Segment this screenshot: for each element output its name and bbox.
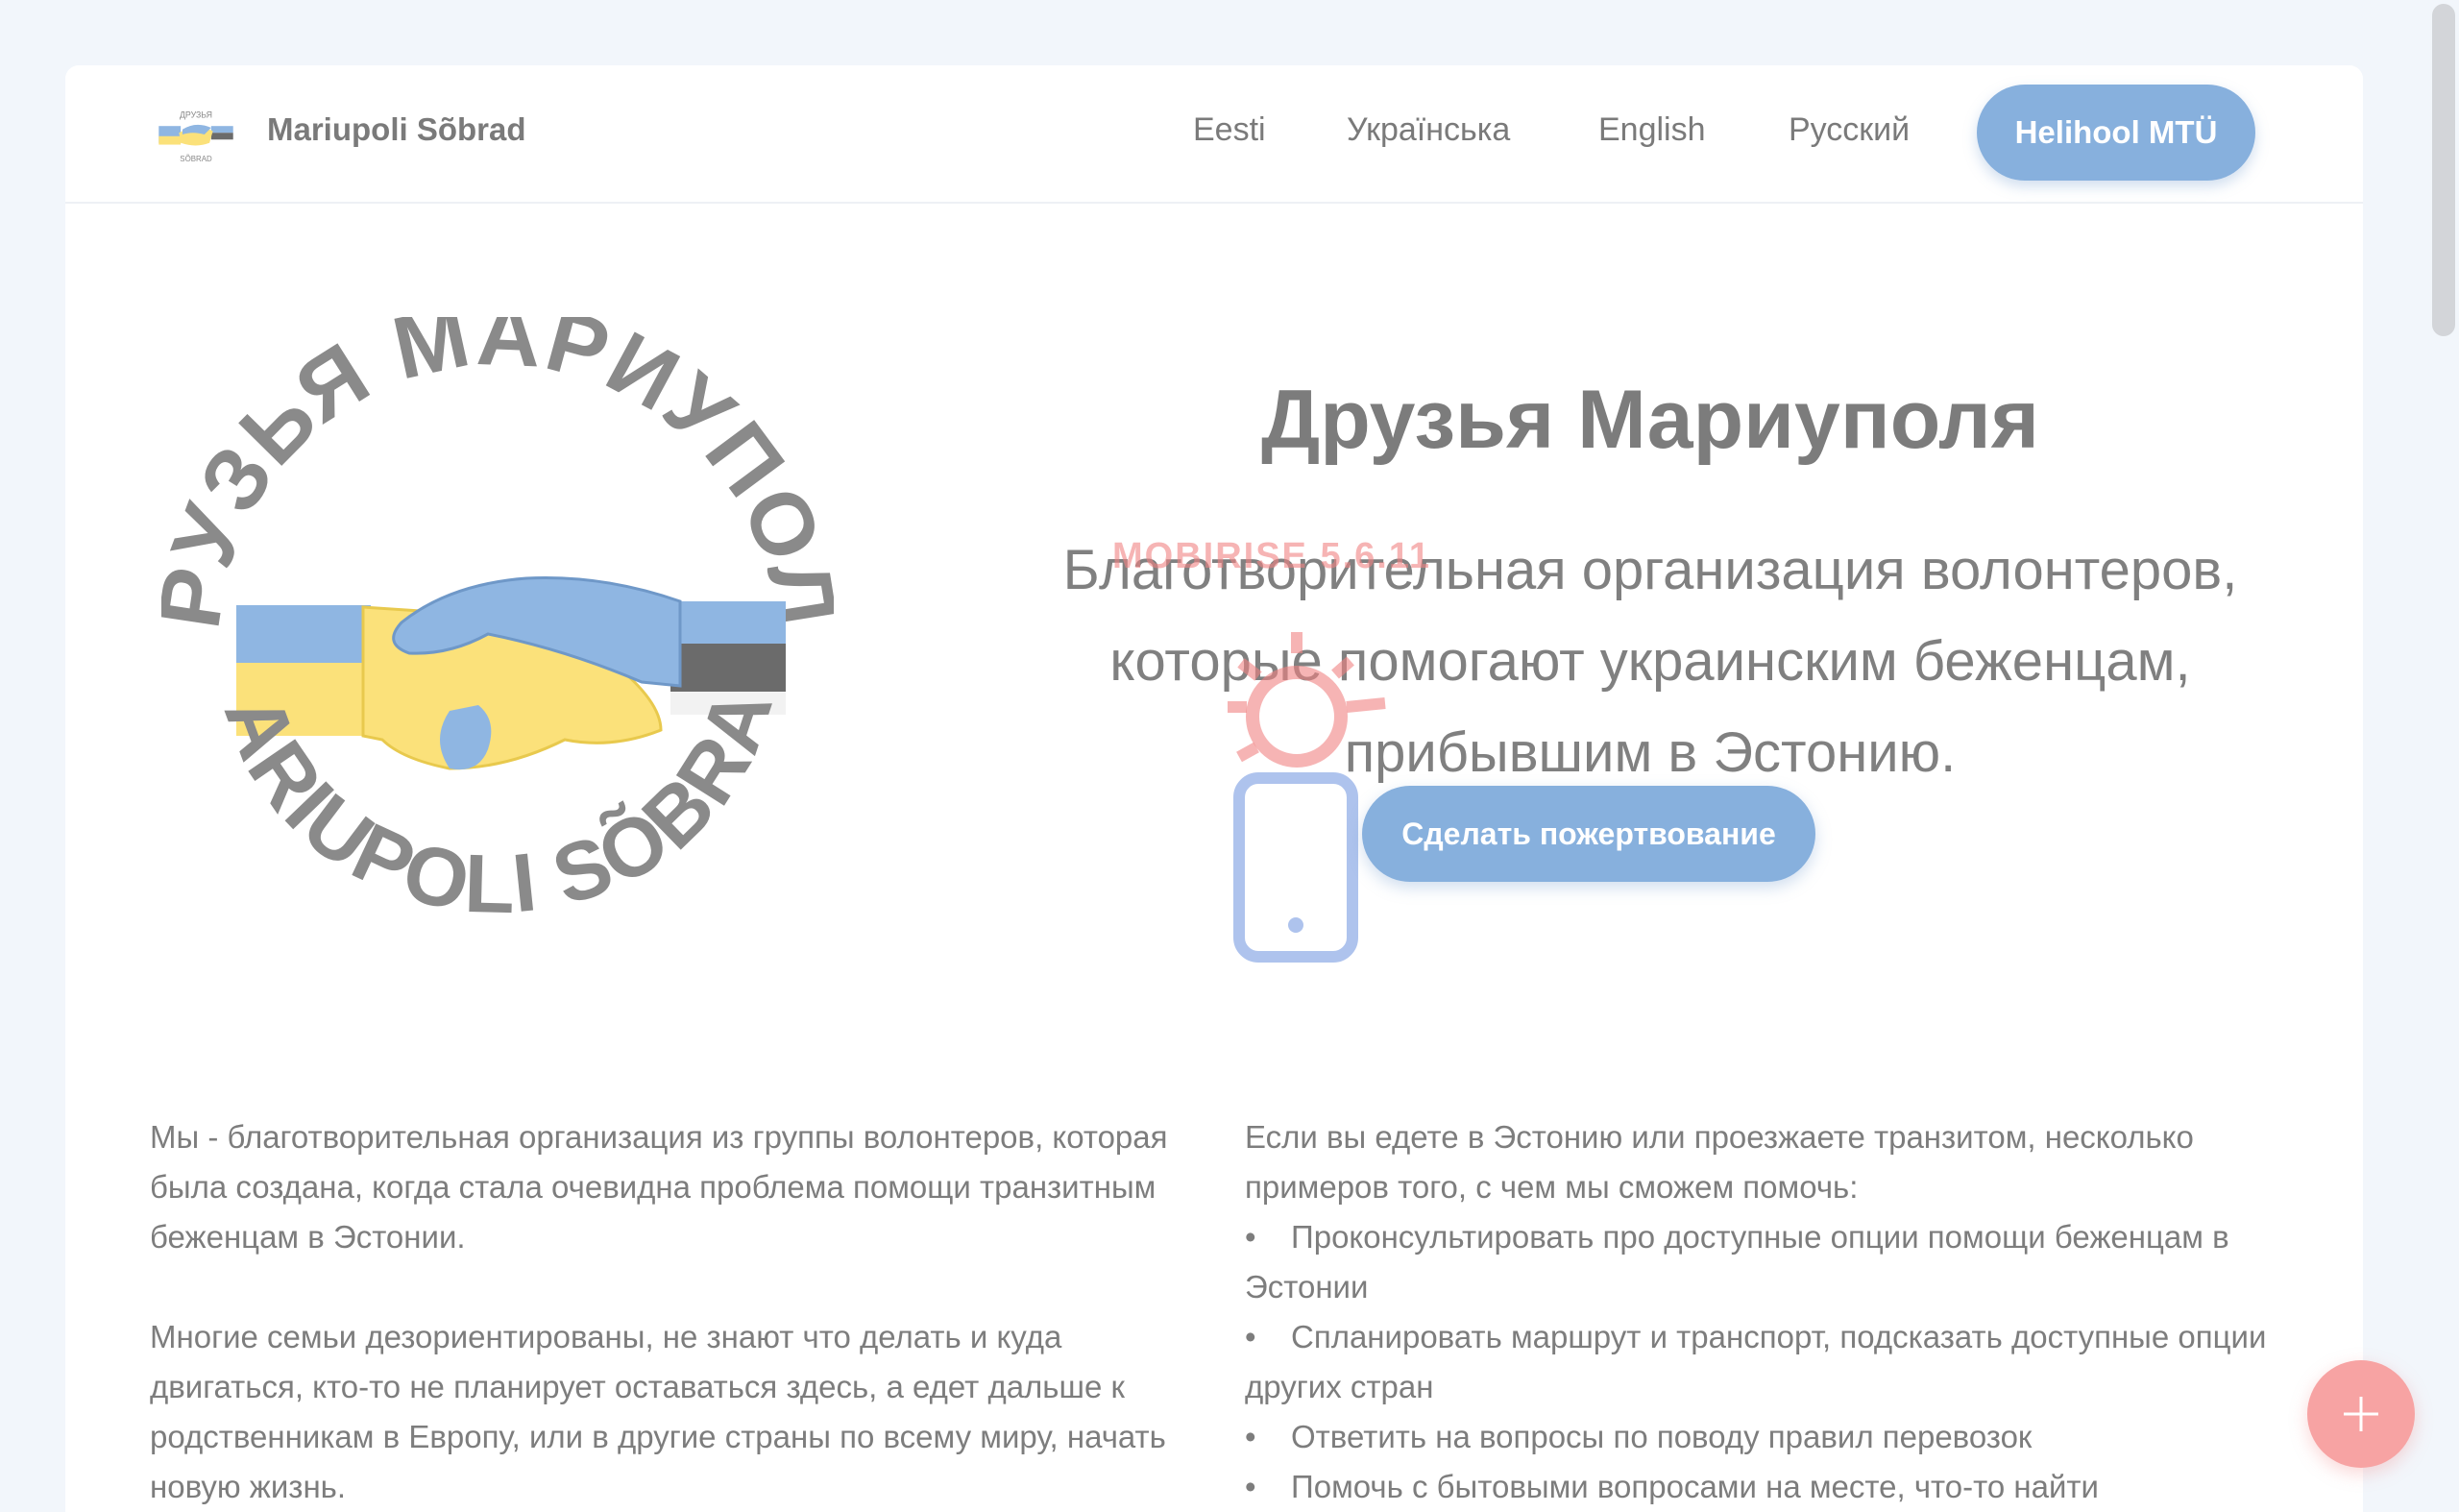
- add-block-button[interactable]: [2307, 1360, 2415, 1468]
- brand-name[interactable]: Mariupoli Sõbrad: [267, 111, 526, 148]
- content-left-column: Мы - благотворительная организация из гр…: [150, 1112, 1187, 1512]
- nav-link-ukrainian[interactable]: Українська: [1347, 111, 1510, 149]
- nav-link-russian[interactable]: Русский: [1789, 111, 1910, 149]
- right-intro: Если вы едете в Эстонию или проезжаете т…: [1245, 1119, 2194, 1205]
- svg-text:ДРУЗЬЯ: ДРУЗЬЯ: [180, 110, 212, 119]
- watermark-text: MOBIRISE 5.6.11: [1112, 536, 1432, 576]
- helihool-button[interactable]: Helihool MTÜ: [1977, 85, 2255, 181]
- content-right-column: Если вы едете в Эстонию или проезжаете т…: [1245, 1112, 2330, 1512]
- left-paragraph-1: Мы - благотворительная организация из гр…: [150, 1119, 1168, 1255]
- nav-link-english[interactable]: English: [1598, 111, 1706, 149]
- plus-icon: [2344, 1397, 2378, 1431]
- scrollbar-thumb[interactable]: [2432, 4, 2455, 336]
- svg-text:SÕBRAD: SÕBRAD: [180, 155, 212, 163]
- mobile-preview-icon: [1228, 632, 1386, 963]
- donate-button[interactable]: Сделать пожертвование: [1362, 786, 1815, 882]
- left-paragraph-2: Многие семьи дезориентированы, не знают …: [150, 1319, 1166, 1504]
- help-list-item: • Спланировать маршрут и транспорт, подск…: [1245, 1319, 2267, 1404]
- page-container: ДРУЗЬЯ SÕBRAD Mariupoli Sõbrad Eesti Укр…: [65, 65, 2363, 1512]
- hero-title: Друзья Мариуполя: [1261, 374, 2039, 466]
- brand-logo-icon[interactable]: ДРУЗЬЯ SÕBRAD: [154, 92, 238, 177]
- help-list-item: • Помочь с бытовыми вопросами на месте, ч…: [1245, 1469, 2099, 1504]
- help-list-item: • Проконсультировать про доступные опции …: [1245, 1219, 2229, 1305]
- help-list: • Проконсультировать про доступные опции …: [1245, 1212, 2330, 1512]
- help-list-item: • Ответить на вопросы по поводу правил пе…: [1245, 1419, 2033, 1454]
- hero-logo-image: ДРУЗЬЯ МАРИУПОЛЯ MARIUPOLI SÕBRAD: [161, 317, 834, 931]
- navbar: ДРУЗЬЯ SÕBRAD Mariupoli Sõbrad Eesti Укр…: [65, 65, 2363, 204]
- nav-link-estonian[interactable]: Eesti: [1193, 111, 1266, 149]
